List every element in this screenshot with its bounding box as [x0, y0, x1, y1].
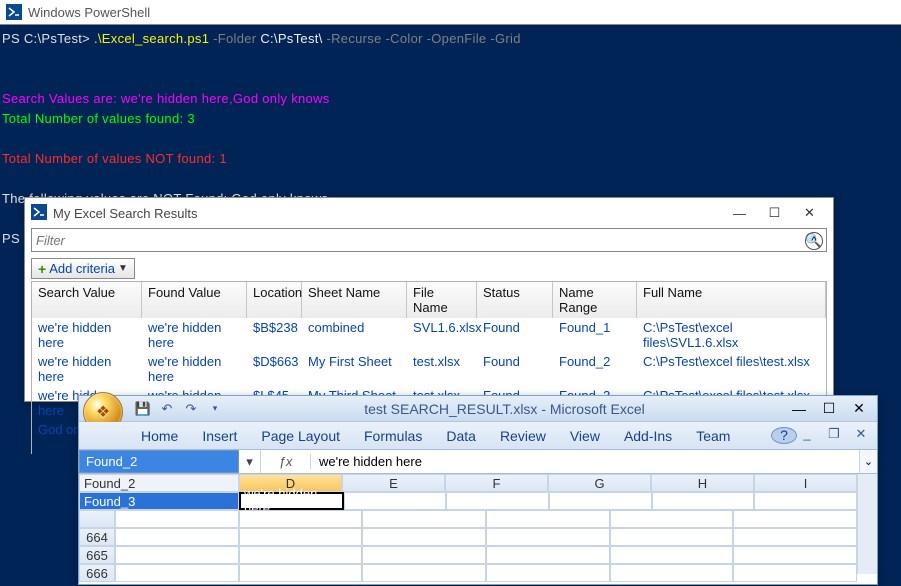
row-header-found3[interactable]: Found_3: [79, 492, 239, 510]
row-header-664[interactable]: 664: [79, 528, 115, 546]
row-header-cell[interactable]: Found_2: [79, 474, 239, 492]
cell[interactable]: [446, 492, 549, 510]
column-header-f[interactable]: F: [445, 474, 548, 492]
excel-window: 💾 ↶ ↷ ▾ test SEARCH_RESULT.xlsx - Micros…: [78, 395, 878, 585]
formula-value[interactable]: we're hidden here: [311, 451, 859, 472]
cell[interactable]: [549, 492, 652, 510]
col-status[interactable]: Status: [477, 282, 553, 318]
cell[interactable]: [754, 492, 857, 510]
tab-page-layout[interactable]: Page Layout: [249, 424, 352, 449]
col-file-name[interactable]: File Name: [407, 282, 477, 318]
col-name-range[interactable]: Name Range: [553, 282, 637, 318]
save-icon[interactable]: 💾: [133, 400, 153, 418]
name-box-dropdown-icon[interactable]: ▾: [239, 450, 261, 473]
workbook-minimize-icon[interactable]: _: [795, 426, 819, 442]
help-icon[interactable]: ?: [771, 427, 797, 444]
powershell-icon: [6, 4, 22, 20]
plus-icon: +: [38, 264, 46, 274]
col-full-name[interactable]: Full Name: [637, 282, 826, 318]
row-header-665[interactable]: 665: [79, 546, 115, 564]
active-cell[interactable]: we're hidden here: [239, 492, 344, 510]
column-header-g[interactable]: G: [548, 474, 651, 492]
tab-review[interactable]: Review: [488, 424, 558, 449]
tab-addins[interactable]: Add-Ins: [612, 424, 684, 449]
table-row[interactable]: we're hidden herewe're hidden here$B$238…: [32, 318, 826, 352]
tab-data[interactable]: Data: [434, 424, 488, 449]
tab-formulas[interactable]: Formulas: [352, 424, 434, 449]
gridview-titlebar: My Excel Search Results — ☐ ✕: [25, 198, 833, 228]
gridview-title-text: My Excel Search Results: [53, 206, 198, 221]
close-button[interactable]: ✕: [792, 202, 827, 224]
powershell-title-text: Windows PowerShell: [28, 5, 150, 20]
redo-icon[interactable]: ↷: [181, 400, 201, 418]
add-criteria-label: Add criteria: [49, 261, 115, 276]
col-sheet-name[interactable]: Sheet Name: [302, 282, 407, 318]
col-found-value[interactable]: Found Value: [142, 282, 247, 318]
vertical-scrollbar[interactable]: [857, 474, 877, 574]
tab-home[interactable]: Home: [129, 424, 190, 449]
qat-dropdown-icon[interactable]: ▾: [205, 400, 225, 418]
table-header[interactable]: Search Value Found Value Location Sheet …: [32, 282, 826, 318]
filter-input[interactable]: [36, 233, 805, 248]
minimize-button[interactable]: —: [784, 399, 814, 419]
ribbon-tabs: Home Insert Page Layout Formulas Data Re…: [79, 422, 877, 450]
row-header-666[interactable]: 666: [79, 564, 115, 582]
formula-bar-expand-icon[interactable]: ⌄: [859, 450, 877, 473]
column-header-e[interactable]: E: [342, 474, 445, 492]
minimize-button[interactable]: —: [722, 202, 757, 224]
gridview-icon: [31, 204, 47, 223]
maximize-button[interactable]: ☐: [814, 399, 844, 419]
cell[interactable]: [652, 492, 755, 510]
chevron-down-icon: ▼: [118, 263, 128, 274]
table-row[interactable]: we're hidden herewe're hidden here$D$663…: [32, 352, 826, 386]
filter-bar[interactable]: 🔍: [31, 228, 827, 252]
col-search-value[interactable]: Search Value: [32, 282, 142, 318]
excel-titlebar: 💾 ↶ ↷ ▾ test SEARCH_RESULT.xlsx - Micros…: [79, 396, 877, 422]
fx-button[interactable]: ƒx: [261, 454, 311, 469]
formula-bar: Found_2 ▾ ƒx we're hidden here ⌄: [79, 450, 877, 474]
cell-grid[interactable]: Found_2 D E F G H I Found_3 we're hidden…: [79, 474, 877, 574]
cell[interactable]: [344, 492, 447, 510]
column-header-h[interactable]: H: [651, 474, 754, 492]
workbook-restore-icon[interactable]: ❐: [822, 426, 846, 442]
gridview-window: My Excel Search Results — ☐ ✕ 🔍 ^ + Add …: [24, 197, 834, 402]
name-box[interactable]: Found_2: [79, 450, 239, 473]
tab-insert[interactable]: Insert: [190, 424, 249, 449]
excel-title-text: test SEARCH_RESULT.xlsx - Microsoft Exce…: [225, 401, 784, 417]
column-header-i[interactable]: I: [754, 474, 857, 492]
col-location[interactable]: Location: [247, 282, 302, 318]
workbook-close-icon[interactable]: ✕: [849, 426, 873, 442]
tab-view[interactable]: View: [558, 424, 612, 449]
tab-team[interactable]: Team: [684, 424, 742, 449]
close-button[interactable]: ✕: [844, 399, 874, 419]
row-header[interactable]: [79, 510, 115, 528]
maximize-button[interactable]: ☐: [757, 202, 792, 224]
undo-icon[interactable]: ↶: [157, 400, 177, 418]
powershell-titlebar: Windows PowerShell: [0, 0, 901, 25]
expand-icon[interactable]: ^: [805, 232, 823, 250]
add-criteria-button[interactable]: + Add criteria ▼: [31, 258, 135, 279]
